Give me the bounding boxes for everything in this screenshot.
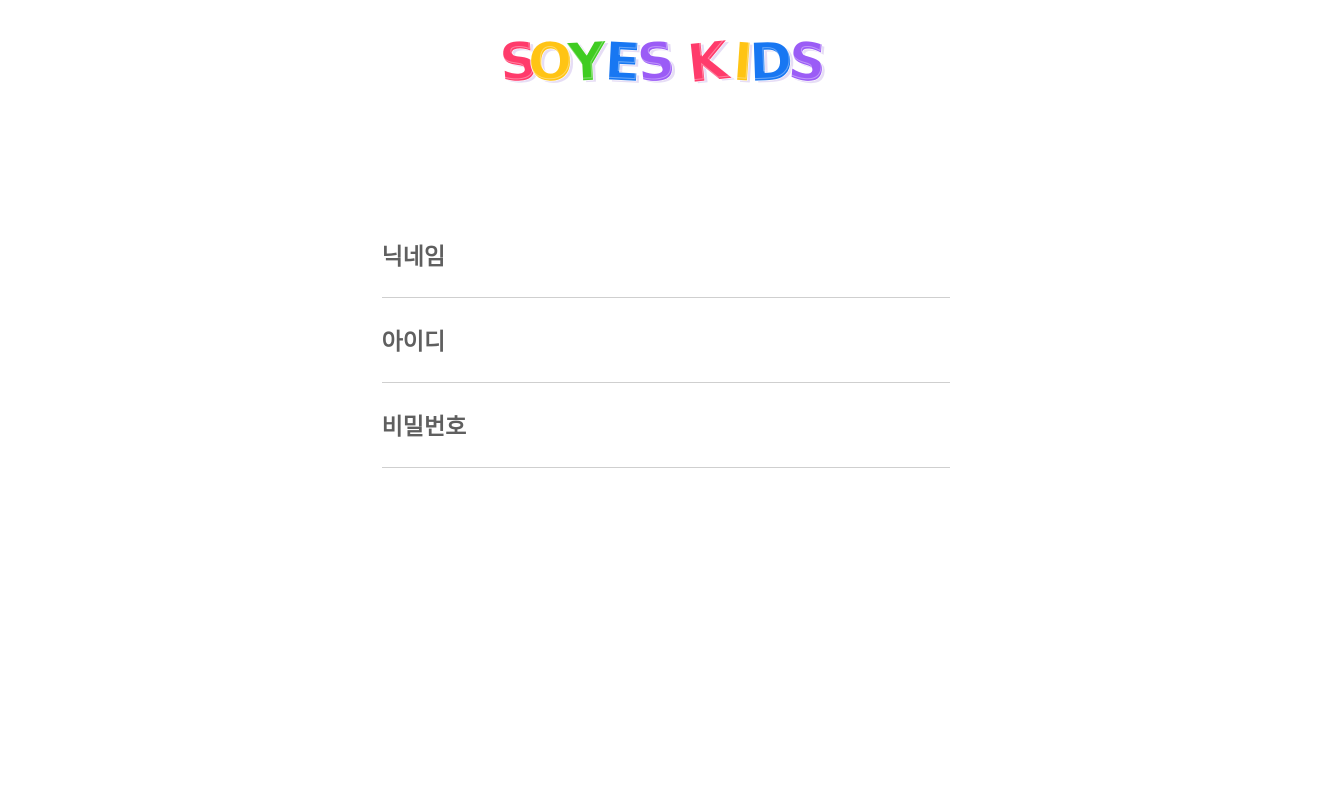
svg-text:S: S bbox=[785, 29, 828, 92]
password-label: 비밀번호 bbox=[382, 414, 467, 440]
soyes-kids-logo: SSSOOOYYYEEESSSKKKIIIDDDSSS bbox=[0, 29, 1333, 97]
signup-page: SSSOOOYYYEEESSSKKKIIIDDDSSS 닉네임 아이디 비밀번호 bbox=[0, 0, 1333, 800]
logo-letter: SSS bbox=[633, 29, 680, 96]
nickname-input[interactable] bbox=[382, 269, 950, 295]
logo-wordmark: SSSOOOYYY EEESSS KKK IIIDDDSSS bbox=[496, 29, 831, 97]
svg-text:Y: Y bbox=[564, 30, 607, 92]
user-id-field: 아이디 bbox=[382, 298, 950, 383]
signup-form: 닉네임 아이디 비밀번호 bbox=[382, 213, 950, 468]
svg-text:K: K bbox=[683, 29, 731, 93]
user-id-input[interactable] bbox=[382, 354, 950, 380]
nickname-field: 닉네임 bbox=[382, 213, 950, 298]
logo-letter: KKK bbox=[683, 29, 736, 97]
nickname-label: 닉네임 bbox=[382, 244, 446, 270]
logo-letter: SSS bbox=[784, 29, 831, 97]
password-input[interactable] bbox=[382, 439, 950, 465]
password-field: 비밀번호 bbox=[382, 383, 950, 468]
svg-text:S: S bbox=[634, 30, 677, 93]
user-id-label: 아이디 bbox=[382, 329, 446, 355]
